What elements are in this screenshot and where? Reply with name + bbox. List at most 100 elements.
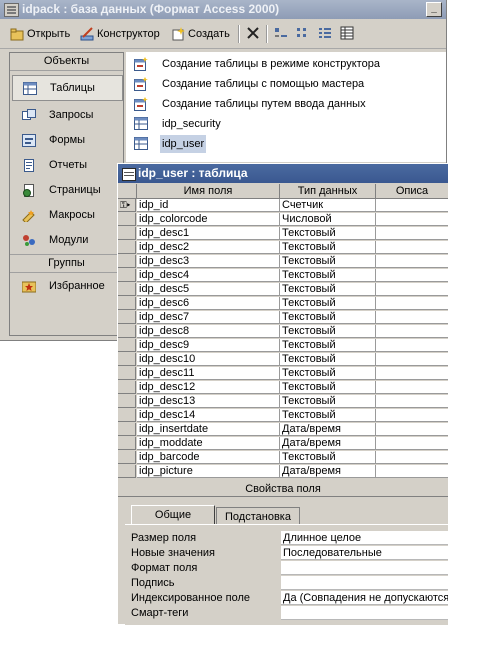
description-cell[interactable] [376,213,448,226]
table-row[interactable]: idp_picture Дата/время [118,465,448,479]
tab-general[interactable]: Общие [131,505,215,526]
data-type-cell[interactable]: Текстовый [280,451,376,464]
table-row[interactable]: idp_desc1 Текстовый [118,227,448,241]
row-selector[interactable] [118,437,136,450]
field-name-cell[interactable]: idp_desc6 [137,297,280,310]
field-name-cell[interactable]: idp_desc10 [137,353,280,366]
field-name-cell[interactable]: idp_desc9 [137,339,280,352]
property-value-field[interactable]: Длинное целое [281,531,448,545]
property-value-field[interactable] [281,576,448,590]
data-type-cell[interactable]: Текстовый [280,269,376,282]
row-selector[interactable] [118,409,136,422]
data-type-cell[interactable]: Текстовый [280,283,376,296]
table-row[interactable]: idp_desc10 Текстовый [118,353,448,367]
sidebar-item-module[interactable]: Модули [12,229,121,251]
field-name-cell[interactable]: idp_colorcode [137,213,280,226]
field-name-cell[interactable]: idp_desc13 [137,395,280,408]
table-row[interactable]: idp_desc2 Текстовый [118,241,448,255]
field-name-cell[interactable]: idp_picture [137,465,280,478]
row-selector[interactable] [118,423,136,436]
row-selector[interactable] [118,297,136,310]
description-cell[interactable] [376,241,448,254]
field-name-cell[interactable]: idp_desc11 [137,367,280,380]
sidebar-item-macro[interactable]: Макросы [12,204,121,226]
sidebar-item-page[interactable]: Страницы [12,179,121,201]
table-row[interactable]: idp_desc4 Текстовый [118,269,448,283]
objects-header[interactable]: Объекты [10,53,123,71]
data-type-cell[interactable]: Дата/время [280,465,376,478]
favorites-item[interactable]: Избранное [12,275,121,297]
row-selector[interactable] [118,451,136,464]
table-row[interactable]: idp_desc12 Текстовый [118,381,448,395]
data-type-cell[interactable]: Текстовый [280,353,376,366]
field-name-cell[interactable]: idp_id [137,199,280,212]
data-type-cell[interactable]: Текстовый [280,395,376,408]
table-row[interactable]: idp_barcode Текстовый [118,451,448,465]
large-icons-button[interactable] [274,26,288,42]
field-name-cell[interactable]: idp_desc12 [137,381,280,394]
table-row[interactable]: idp_desc9 Текстовый [118,339,448,353]
sidebar-item-report[interactable]: Отчеты [12,154,121,176]
row-selector[interactable] [118,227,136,240]
table-row[interactable]: idp_insertdate Дата/время [118,423,448,437]
row-selector[interactable] [118,325,136,338]
table-row[interactable]: idp_desc7 Текстовый [118,311,448,325]
description-cell[interactable] [376,199,448,212]
design-button[interactable]: Конструктор [80,26,160,42]
table-row[interactable]: ⚿▸ idp_id Счетчик [118,199,448,213]
list-view-button[interactable] [318,26,332,42]
row-selector[interactable] [118,353,136,366]
delete-button[interactable] [246,26,260,42]
table-row[interactable]: idp_colorcode Числовой [118,213,448,227]
data-type-cell[interactable]: Текстовый [280,409,376,422]
sidebar-item-query[interactable]: Запросы [12,104,121,126]
property-value-field[interactable] [281,606,448,620]
field-name-cell[interactable]: idp_barcode [137,451,280,464]
data-type-cell[interactable]: Текстовый [280,367,376,380]
description-cell[interactable] [376,325,448,338]
data-type-cell[interactable]: Текстовый [280,297,376,310]
description-cell[interactable] [376,381,448,394]
table-window-titlebar[interactable]: idp_user : таблица [118,164,448,183]
row-selector[interactable] [118,213,136,226]
minimize-icon[interactable]: _ [426,2,442,17]
data-type-cell[interactable]: Числовой [280,213,376,226]
description-cell[interactable] [376,311,448,324]
sidebar-item-table[interactable]: Таблицы [12,75,123,101]
create-button[interactable]: Создать [171,26,230,42]
data-type-cell[interactable]: Текстовый [280,241,376,254]
data-type-cell[interactable]: Текстовый [280,325,376,338]
row-selector[interactable] [118,241,136,254]
row-selector[interactable] [118,311,136,324]
property-value-field[interactable]: Да (Совпадения не допускаются) [281,591,448,605]
description-cell[interactable] [376,437,448,450]
data-type-cell[interactable]: Счетчик [280,199,376,212]
column-header-description[interactable]: Описа [376,184,448,199]
description-cell[interactable] [376,409,448,422]
groups-header[interactable]: Группы [10,254,123,273]
row-selector[interactable] [118,381,136,394]
row-selector[interactable] [118,283,136,296]
data-type-cell[interactable]: Дата/время [280,437,376,450]
property-value-field[interactable]: Последовательные [281,546,448,560]
data-type-cell[interactable]: Текстовый [280,255,376,268]
field-name-cell[interactable]: idp_desc1 [137,227,280,240]
row-selector[interactable] [118,367,136,380]
description-cell[interactable] [376,297,448,310]
description-cell[interactable] [376,353,448,366]
description-cell[interactable] [376,255,448,268]
field-name-cell[interactable]: idp_desc3 [137,255,280,268]
description-cell[interactable] [376,367,448,380]
table-row[interactable]: idp_desc14 Текстовый [118,409,448,423]
row-selector[interactable] [118,255,136,268]
description-cell[interactable] [376,269,448,282]
field-name-cell[interactable]: idp_desc14 [137,409,280,422]
row-selector[interactable] [118,269,136,282]
table-row[interactable]: idp_moddate Дата/время [118,437,448,451]
property-value-field[interactable] [281,561,448,575]
database-window-titlebar[interactable]: idpack : база данных (Формат Access 2000… [0,0,446,19]
field-name-cell[interactable]: idp_desc5 [137,283,280,296]
field-name-cell[interactable]: idp_moddate [137,437,280,450]
description-cell[interactable] [376,339,448,352]
data-type-cell[interactable]: Текстовый [280,227,376,240]
